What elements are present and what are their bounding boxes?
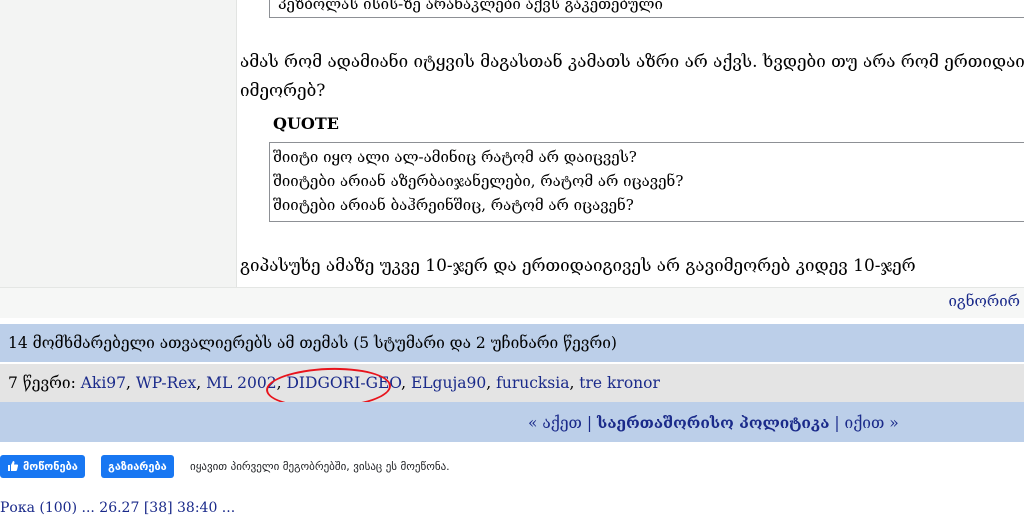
member-list: 7 წევრი: Aki97, WP-Rex, ML 2002, DIDGORI… — [8, 374, 660, 392]
member-link[interactable]: ML 2002 — [206, 374, 277, 392]
post-paragraph: გიპასუხე ამაზე უკვე 10-ჯერ და ერთიდაიგივ… — [240, 256, 916, 276]
member-list-bar: 7 წევრი: Aki97, WP-Rex, ML 2002, DIDGORI… — [0, 364, 1024, 402]
share-button[interactable]: გაზიარება — [101, 455, 174, 478]
like-label: მოწონება — [23, 460, 78, 473]
member-count-label: 7 წევრი: — [8, 374, 81, 392]
member-link[interactable]: ELguja90 — [411, 374, 486, 392]
topic-navigation: « აქეთ | საერთაშორისო პოლიტიკა | იქით » — [528, 413, 899, 432]
post-body: პეზბოლას ისის-ზე არანაკლები აქვს გაკეთებ… — [237, 0, 1024, 287]
bottom-partial-text: Рока (100) ... 26.27 [38] 38:40 ... — [0, 500, 236, 516]
post-author-column — [0, 0, 237, 287]
quote-line: შიიტები არიან აზერბაიჯანელები, რატომ არ … — [273, 172, 684, 190]
topic-navigation-bar: « აქეთ | საერთაშორისო პოლიტიკა | იქით » — [0, 402, 1024, 442]
member-link[interactable]: Aki97 — [81, 374, 126, 392]
quote-label: QUOTE — [273, 114, 339, 133]
top-quote-box: პეზბოლას ისის-ზე არანაკლები აქვს გაკეთებ… — [269, 0, 1024, 18]
thumbs-up-icon — [8, 461, 19, 471]
member-link[interactable]: DIDGORI-GEO — [286, 374, 401, 392]
like-button[interactable]: მოწონება — [0, 455, 85, 478]
member-link[interactable]: WP-Rex — [136, 374, 196, 392]
next-topic-link[interactable]: იქით » — [845, 414, 899, 432]
share-label: გაზიარება — [108, 460, 167, 473]
previous-topic-link[interactable]: « აქეთ — [528, 414, 582, 432]
section-link[interactable]: საერთაშორისო პოლიტიკა — [597, 413, 829, 432]
post-paragraph-line: ამას რომ ადამიანი იტყვის მაგასთან კამათს… — [240, 52, 1024, 72]
quote-box: შიიტი იყო ალი ალ-ამინიც რატომ არ დაიცვეს… — [269, 142, 1024, 222]
quote-line: შიიტი იყო ალი ალ-ამინიც რატომ არ დაიცვეს… — [273, 148, 637, 166]
social-like-text: იყავით პირველი მეგობრებში, ვისაც ეს მოეწ… — [190, 460, 450, 473]
ignore-user-link[interactable]: იგნორირ — [948, 292, 1020, 310]
post-footer — [0, 287, 1024, 318]
top-quote-text: პეზბოლას ისის-ზე არანაკლები აქვს გაკეთებ… — [278, 0, 663, 13]
member-link[interactable]: tre kronor — [579, 374, 660, 392]
post-paragraph-line: იმეორებ? — [240, 81, 326, 101]
post-container: პეზბოლას ისის-ზე არანაკლები აქვს გაკეთებ… — [0, 0, 1024, 318]
quote-line: შიიტები არიან ბაჰრეინშიც, რატომ არ იცავე… — [273, 196, 634, 214]
active-users-bar: 14 მომხმარებელი ათვალიერებს ამ თემას (5 … — [0, 324, 1024, 362]
member-link[interactable]: furucksia — [496, 374, 569, 392]
active-users-summary: 14 მომხმარებელი ათვალიერებს ამ თემას (5 … — [8, 334, 617, 352]
